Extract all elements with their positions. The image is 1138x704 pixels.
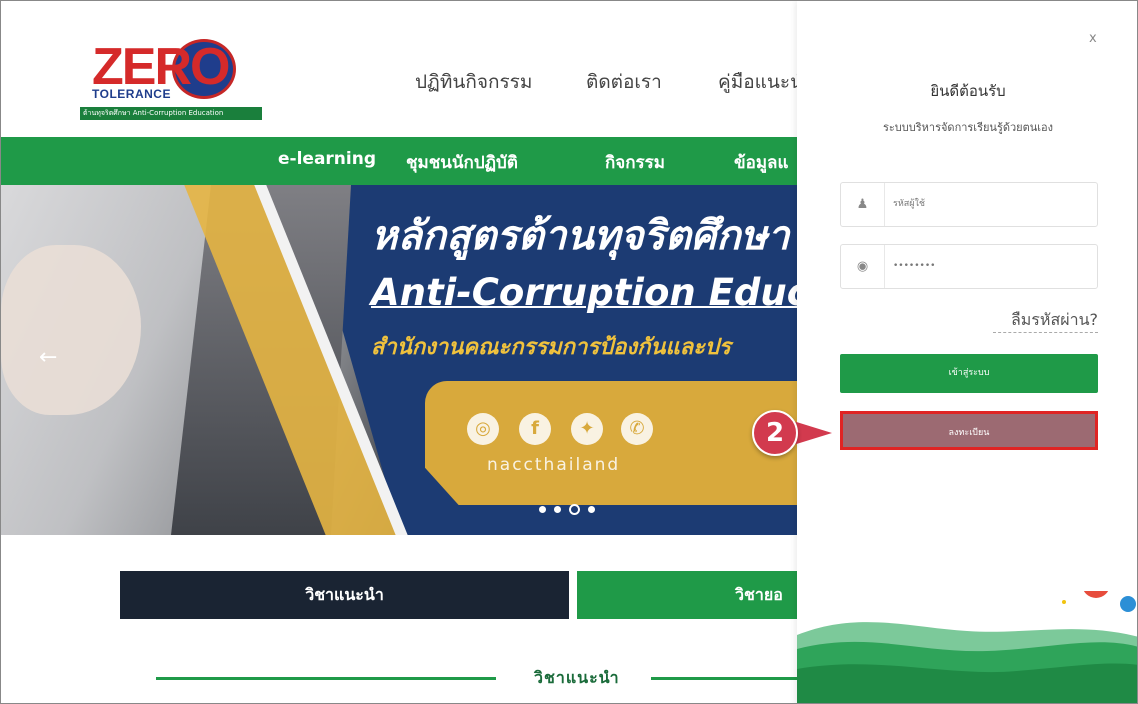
site-logo[interactable]: ZERO TOLERANCE ต้านทุจริตศึกษา Anti-Corr… xyxy=(80,39,262,121)
browser-viewport: ZERO TOLERANCE ต้านทุจริตศึกษา Anti-Corr… xyxy=(0,0,1138,704)
twitter-icon: ✦ xyxy=(571,413,603,445)
menu-item-elearning[interactable]: e-learning xyxy=(278,149,376,169)
logo-tagline: ต้านทุจริตศึกษา Anti-Corruption Educatio… xyxy=(80,107,262,120)
step-callout: 2 xyxy=(752,410,834,456)
forgot-underline xyxy=(993,332,1098,333)
register-button[interactable]: ลงทะเบียน xyxy=(840,411,1098,450)
nav-link-calendar[interactable]: ปฏิทินกิจกรรม xyxy=(415,67,532,97)
logo-subtext: TOLERANCE xyxy=(92,87,171,101)
menu-item-community[interactable]: ชุมชนนักปฏิบัติ xyxy=(406,149,518,176)
user-icon: ♟ xyxy=(841,183,885,226)
decorative-waves xyxy=(797,591,1137,703)
username-input[interactable] xyxy=(893,193,1088,215)
instagram-icon: ◎ xyxy=(467,413,499,445)
section-title: วิชาแนะนำ xyxy=(534,668,620,687)
carousel-prev-arrow-icon[interactable]: ← xyxy=(39,345,57,370)
carousel-indicators xyxy=(539,499,603,518)
facebook-icon: f xyxy=(519,413,551,445)
red-dot-decoration xyxy=(1083,591,1109,598)
carousel-dot-2[interactable] xyxy=(554,506,561,513)
carousel-dot-3-active[interactable] xyxy=(569,504,580,515)
password-input[interactable] xyxy=(893,255,1088,277)
carousel-dot-4[interactable] xyxy=(588,506,595,513)
banner-title-thai: หลักสูตรต้านทุจริตศึกษา xyxy=(371,213,790,259)
menu-item-info[interactable]: ข้อมูลแ xyxy=(734,149,788,176)
close-icon[interactable]: x xyxy=(1089,31,1097,46)
yellow-dot-decoration xyxy=(1062,600,1066,604)
login-button[interactable]: เข้าสู่ระบบ xyxy=(840,354,1098,393)
logo-wordmark: ZERO xyxy=(92,38,230,96)
whatsapp-icon: ✆ xyxy=(621,413,653,445)
banner-org-name: สำนักงานคณะกรรมการป้องกันและปร xyxy=(371,335,731,360)
forgot-password-link[interactable]: ลืมรหัสผ่าน? xyxy=(797,308,1098,333)
username-field: ♟ xyxy=(840,182,1098,227)
social-handle: naccthailand xyxy=(487,455,621,475)
banner-title-english: Anti-Corruption Educa xyxy=(371,271,834,314)
password-field: ◉ xyxy=(840,244,1098,289)
carousel-dot-1[interactable] xyxy=(539,506,546,513)
welcome-subtitle: ระบบบริหารจัดการเรียนรู้ด้วยตนเอง xyxy=(882,121,1054,134)
menu-item-activities[interactable]: กิจกรรม xyxy=(605,149,665,176)
eye-icon[interactable]: ◉ xyxy=(841,245,885,288)
section-divider-left xyxy=(156,677,496,680)
nav-link-contact[interactable]: ติดต่อเรา xyxy=(586,67,662,97)
login-panel: x ยินดีต้อนรับ ระบบบริหารจัดการเรียนรู้ด… xyxy=(797,1,1137,703)
tab-recommended[interactable]: วิชาแนะนำ xyxy=(120,571,569,619)
welcome-heading: ยินดีต้อนรับ xyxy=(930,82,1006,100)
step-number-badge: 2 xyxy=(752,410,798,456)
blue-dot-decoration xyxy=(1120,596,1136,612)
